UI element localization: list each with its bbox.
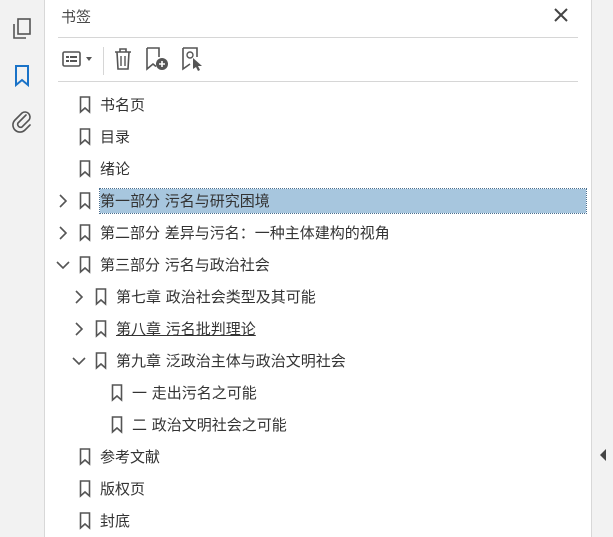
- bookmark-row[interactable]: 第九章 泛政治主体与政治文明社会: [45, 348, 585, 374]
- bookmark-row[interactable]: 二 政治文明社会之可能: [45, 412, 585, 438]
- bookmarks-window: 书签 书名页 目录 绪论 第一部分 污名与研究困境 第二部分 差异与污名：一种主…: [0, 0, 613, 537]
- bookmark-icon: [94, 320, 108, 338]
- bookmark-label: 一 走出污名之可能: [132, 384, 257, 402]
- bookmark-label: 版权页: [100, 480, 146, 498]
- bookmark-row[interactable]: 第二部分 差异与污名：一种主体建构的视角: [45, 220, 585, 246]
- bookmark-row[interactable]: 绪论: [45, 156, 585, 182]
- chevron-down-icon[interactable]: [56, 258, 70, 272]
- bookmarks-panel: 书签 书名页 目录 绪论 第一部分 污名与研究困境 第二部分 差异与污名：一种主…: [45, 0, 591, 537]
- bookmark-from-selection-button[interactable]: [180, 47, 206, 75]
- bookmark-label: 第三部分 污名与政治社会: [100, 256, 270, 274]
- bookmark-label: 封底: [100, 512, 131, 530]
- bookmark-label: 第二部分 差异与污名：一种主体建构的视角: [100, 224, 390, 242]
- bookmark-row[interactable]: 目录: [45, 124, 585, 150]
- close-button[interactable]: [550, 5, 572, 27]
- bookmark-label: 书名页: [100, 96, 146, 114]
- bookmark-label: 参考文献: [100, 448, 161, 466]
- bookmark-icon: [78, 160, 92, 178]
- panel-collapse-strip[interactable]: [591, 0, 613, 537]
- bookmark-row[interactable]: 封底: [45, 508, 585, 534]
- pages-icon: [11, 17, 33, 45]
- bookmark-icon: [78, 96, 92, 114]
- bookmarks-panel-button[interactable]: [7, 63, 37, 93]
- chevron-down-icon[interactable]: [72, 354, 86, 368]
- bookmark-row[interactable]: 第七章 政治社会类型及其可能: [45, 284, 585, 310]
- bookmark-icon: [12, 64, 32, 92]
- divider: [58, 37, 578, 38]
- bookmark-icon: [78, 480, 92, 498]
- chevron-right-icon[interactable]: [56, 226, 70, 240]
- bookmark-label: 第九章 泛政治主体与政治文明社会: [116, 352, 346, 370]
- navigation-rail: [0, 0, 45, 537]
- toolbar-separator: [103, 47, 104, 75]
- bookmark-icon: [78, 128, 92, 146]
- bookmark-icon: [94, 352, 108, 370]
- bookmark-label: 二 政治文明社会之可能: [132, 416, 287, 434]
- divider: [58, 81, 578, 82]
- options-menu-icon: [61, 49, 97, 73]
- collapse-arrow-icon[interactable]: [598, 448, 608, 462]
- bookmark-icon: [78, 224, 92, 242]
- bookmark-row[interactable]: 第三部分 污名与政治社会: [45, 252, 585, 278]
- panel-title: 书签: [61, 8, 92, 26]
- bookmark-row[interactable]: 第八章 污名批判理论: [45, 316, 585, 342]
- bookmark-row[interactable]: 书名页: [45, 92, 585, 118]
- bookmark-icon: [78, 512, 92, 530]
- new-bookmark-icon: [144, 46, 170, 76]
- chevron-right-icon[interactable]: [72, 290, 86, 304]
- delete-bookmark-button[interactable]: [111, 47, 135, 75]
- bookmark-row[interactable]: 第一部分 污名与研究困境: [45, 188, 587, 214]
- bookmark-label: 第七章 政治社会类型及其可能: [116, 288, 316, 306]
- bookmark-from-selection-icon: [180, 46, 206, 76]
- bookmark-icon: [110, 416, 124, 434]
- bookmark-row[interactable]: 版权页: [45, 476, 585, 502]
- bookmark-icon: [110, 384, 124, 402]
- bookmark-row[interactable]: 一 走出污名之可能: [45, 380, 585, 406]
- bookmark-icon: [94, 288, 108, 306]
- chevron-right-icon[interactable]: [72, 322, 86, 336]
- close-icon: [554, 7, 568, 26]
- delete-icon: [112, 47, 134, 75]
- bookmark-label: 第八章 污名批判理论: [116, 320, 256, 338]
- bookmark-label: 目录: [100, 128, 131, 146]
- bookmark-row[interactable]: 参考文献: [45, 444, 585, 470]
- bookmark-icon: [78, 192, 92, 210]
- attachment-icon: [11, 108, 33, 138]
- pages-panel-button[interactable]: [7, 16, 37, 46]
- chevron-right-icon[interactable]: [56, 194, 70, 208]
- new-bookmark-button[interactable]: [144, 47, 170, 75]
- bookmark-icon: [78, 448, 92, 466]
- bookmark-label: 绪论: [100, 160, 131, 178]
- bookmark-icon: [78, 256, 92, 274]
- options-menu-button[interactable]: [61, 47, 97, 75]
- attachments-panel-button[interactable]: [7, 108, 37, 138]
- bookmark-label: 第一部分 污名与研究困境: [99, 188, 587, 214]
